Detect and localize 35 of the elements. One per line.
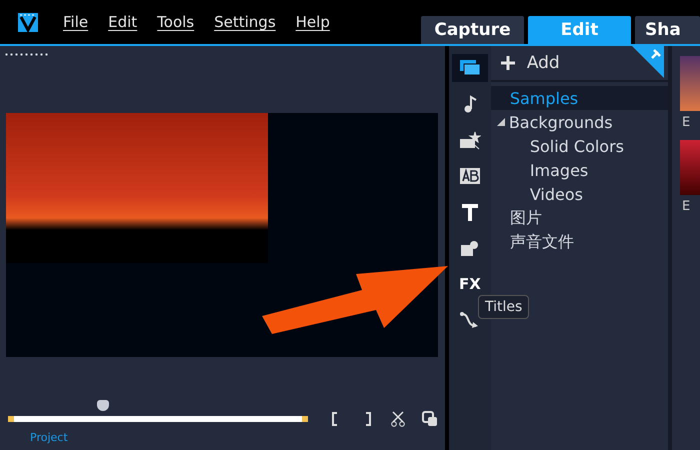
photo-placeholder[interactable] xyxy=(680,140,700,195)
mode-tab[interactable]: Sha xyxy=(635,16,700,44)
scissors-icon[interactable] xyxy=(390,411,406,427)
library-tree-item[interactable]: Solid Colors xyxy=(490,134,668,158)
add-button[interactable]: Add xyxy=(500,53,560,73)
library-tree-item[interactable]: Samples xyxy=(490,86,668,110)
project-tab[interactable]: Project xyxy=(30,431,445,444)
library-tree-item[interactable]: Backgrounds xyxy=(490,110,668,134)
mode-tab[interactable]: Capture xyxy=(421,16,524,44)
library-tree-item[interactable]: 声音文件 xyxy=(490,230,668,254)
fx-button[interactable]: FX xyxy=(452,270,488,298)
thumbnail-label: E xyxy=(682,115,692,130)
menu-item[interactable]: Settings xyxy=(214,13,276,31)
menu-item[interactable]: File xyxy=(63,13,88,31)
app-logo[interactable] xyxy=(17,11,39,33)
media-library-icon xyxy=(458,59,481,77)
scrubber-thumb[interactable] xyxy=(97,400,110,411)
photo-placeholder[interactable] xyxy=(680,56,700,111)
expand-caret-icon[interactable] xyxy=(496,118,505,126)
copy-frame-icon[interactable] xyxy=(422,411,438,427)
film-wand-icon xyxy=(458,130,481,150)
pin-icon[interactable] xyxy=(632,46,664,78)
menu-item[interactable]: Edit xyxy=(108,13,138,31)
library-tree-item[interactable]: Images xyxy=(490,158,668,182)
library-tree-item[interactable]: Videos xyxy=(490,182,668,206)
tooltip: Titles xyxy=(478,295,530,319)
menu-item[interactable]: Help xyxy=(296,13,330,31)
library-category-button[interactable] xyxy=(452,54,488,82)
plus-icon xyxy=(500,56,515,70)
shapes-icon xyxy=(460,239,480,257)
menu-item[interactable]: Tools xyxy=(157,13,194,31)
ab-overlay-icon xyxy=(458,167,481,185)
letter-t-icon xyxy=(460,202,480,222)
thumbnail-label: E xyxy=(682,199,692,214)
library-tree-item[interactable]: 图片 xyxy=(490,206,668,230)
